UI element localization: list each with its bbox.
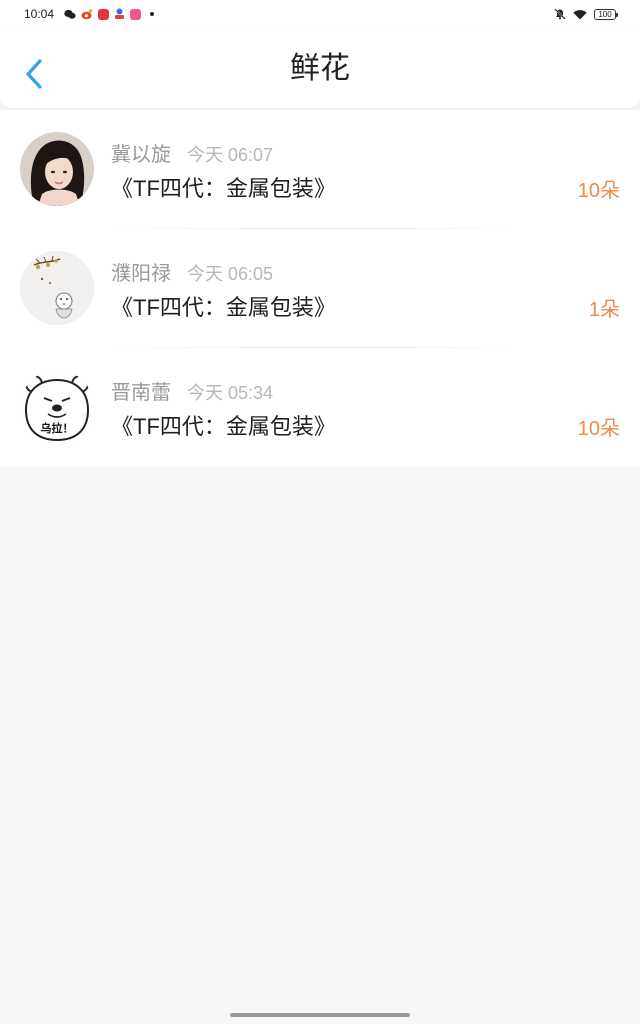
mute-icon xyxy=(554,8,566,20)
cartoon-avatar-image xyxy=(20,251,94,325)
sender-name: 濮阳禄 xyxy=(111,261,171,285)
sent-time: 今天 05:34 xyxy=(187,383,274,403)
sender-name: 冀以旋 xyxy=(111,142,171,166)
home-indicator[interactable] xyxy=(230,1013,410,1017)
status-bar: 10:04 100 xyxy=(0,0,640,28)
flower-count: 10朵 xyxy=(577,418,620,440)
list-item[interactable]: 乌拉！ 晋南蕾 今天 05:34 《TF四代：金属包装》 10朵 xyxy=(0,348,640,467)
status-time: 10:04 xyxy=(24,7,55,21)
weibo-icon xyxy=(81,8,93,19)
gift-title: 《TF四代：金属包装》 xyxy=(111,414,336,439)
avatar-meme-text: 乌拉！ xyxy=(41,421,74,435)
back-button[interactable] xyxy=(18,54,50,94)
sent-time: 今天 06:05 xyxy=(187,264,274,284)
photo-avatar-image xyxy=(20,132,94,206)
avatar[interactable] xyxy=(20,132,94,206)
nav-bar: 鲜花 xyxy=(0,28,640,108)
status-app-icons xyxy=(64,8,155,20)
bear-meme-avatar-image: 乌拉！ xyxy=(20,370,94,444)
app-blue-icon xyxy=(115,8,125,19)
gift-title: 《TF四代：金属包装》 xyxy=(111,176,336,201)
row-meta: 冀以旋 今天 06:07 xyxy=(111,138,274,166)
sender-name: 晋南蕾 xyxy=(111,380,171,404)
page-title: 鲜花 xyxy=(290,51,350,86)
flower-count: 10朵 xyxy=(577,180,620,202)
wifi-icon xyxy=(573,9,587,19)
row-meta: 晋南蕾 今天 05:34 xyxy=(111,376,274,404)
chevron-left-icon xyxy=(26,59,42,89)
flower-list: 冀以旋 今天 06:07 《TF四代：金属包装》 10朵 濮阳禄 今天 06:0… xyxy=(0,110,640,467)
sent-time: 今天 06:07 xyxy=(187,145,274,165)
row-meta: 濮阳禄 今天 06:05 xyxy=(111,257,274,285)
notification-dot xyxy=(150,12,155,16)
flower-count: 1朵 xyxy=(588,299,620,321)
avatar[interactable] xyxy=(20,251,94,325)
list-item[interactable]: 濮阳禄 今天 06:05 《TF四代：金属包装》 1朵 xyxy=(0,229,640,348)
app-pink-icon xyxy=(130,8,142,20)
list-item[interactable]: 冀以旋 今天 06:07 《TF四代：金属包装》 10朵 xyxy=(0,110,640,229)
gift-title: 《TF四代：金属包装》 xyxy=(111,295,336,320)
wechat-icon xyxy=(64,9,76,19)
status-indicators: 100 xyxy=(554,8,618,20)
app-red-icon xyxy=(98,8,110,20)
avatar[interactable]: 乌拉！ xyxy=(20,370,94,444)
battery-icon: 100 xyxy=(594,8,618,20)
